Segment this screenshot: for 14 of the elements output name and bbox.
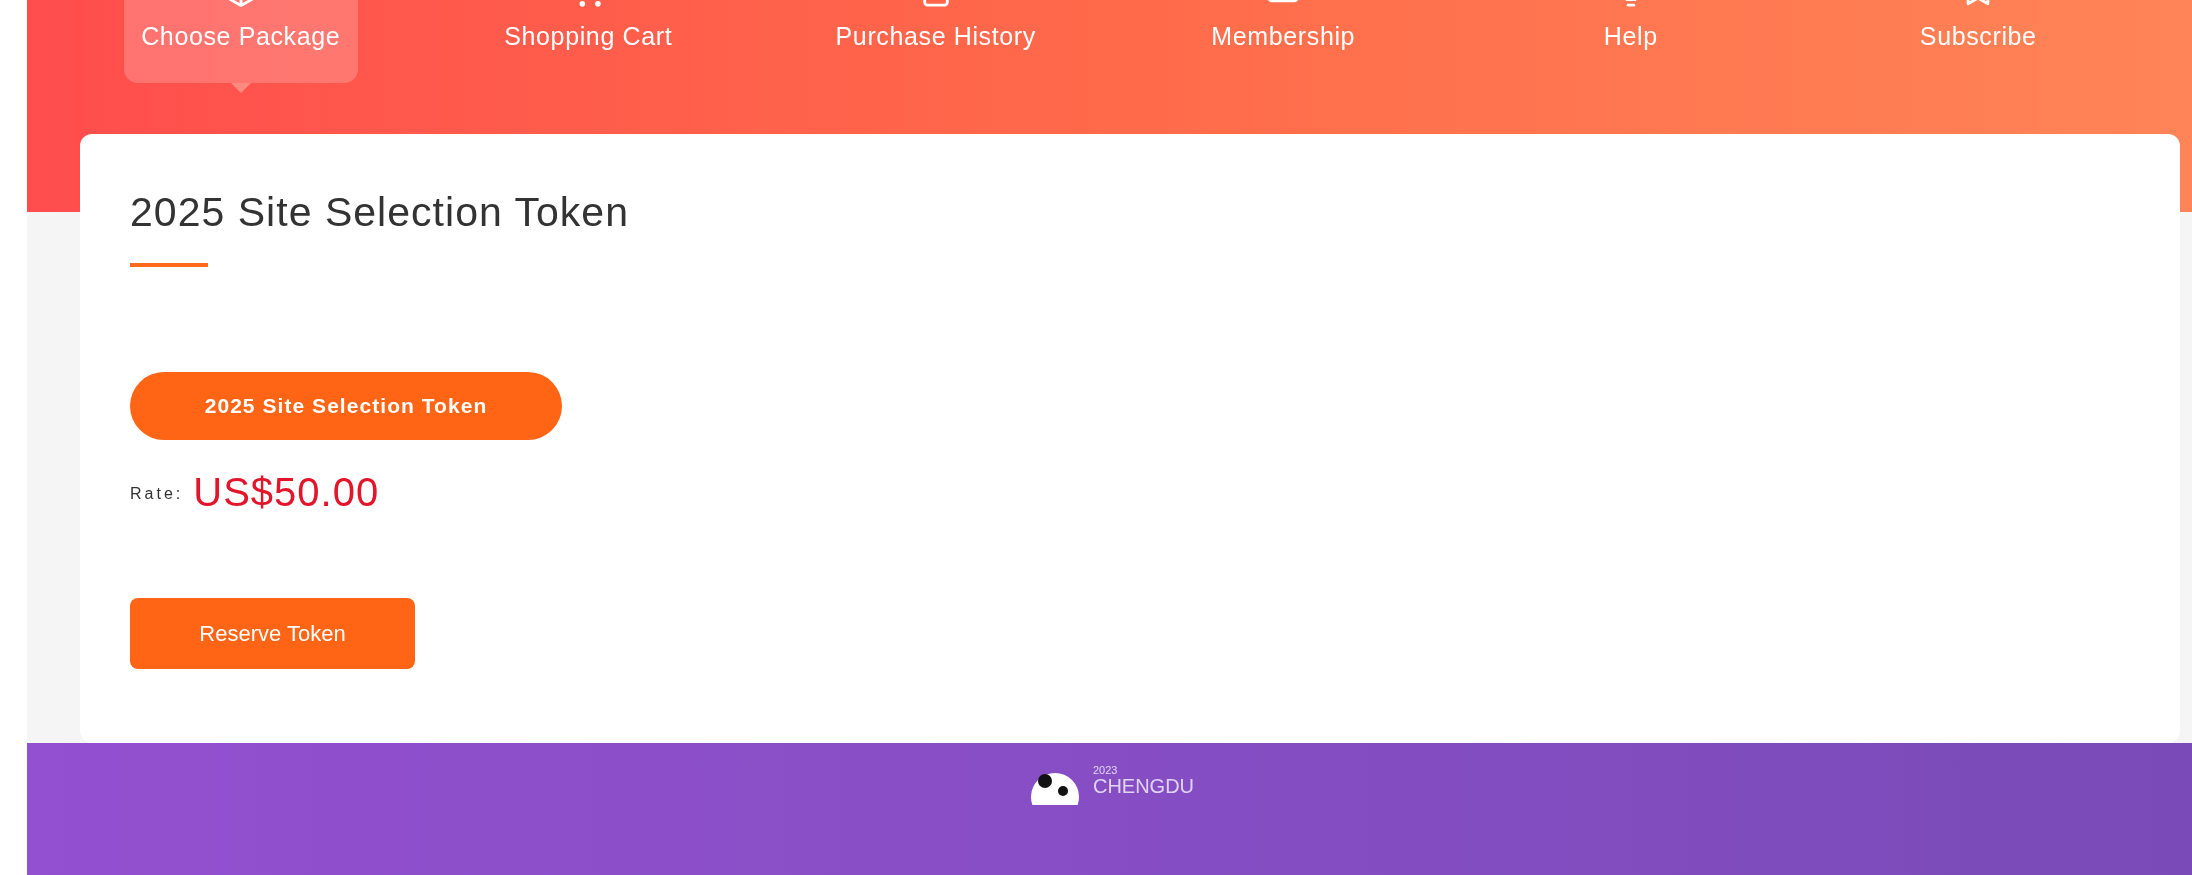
selection-pointer [230,83,251,93]
package-option-button[interactable]: 2025 Site Selection Token [130,372,562,440]
nav-tab[interactable]: Choose Package [123,0,358,83]
logo-city: CHENGDU [1092,776,1195,796]
rate-label: Rate: [130,484,184,504]
nav-tab[interactable]: Purchase History [818,0,1053,83]
nav-tab[interactable]: Help [1513,0,1748,83]
rate-price: US$50.00 [193,472,380,512]
nav-tab[interactable]: Shopping Cart [471,0,706,83]
reserve-token-button[interactable]: Reserve Token [130,598,415,669]
logo-year: 2023 [1092,765,1119,776]
nav-tab[interactable]: Subscribe [1861,0,2096,83]
page-title: 2025 Site Selection Token [130,192,629,233]
nav-tab[interactable]: Membership [1166,0,1401,83]
